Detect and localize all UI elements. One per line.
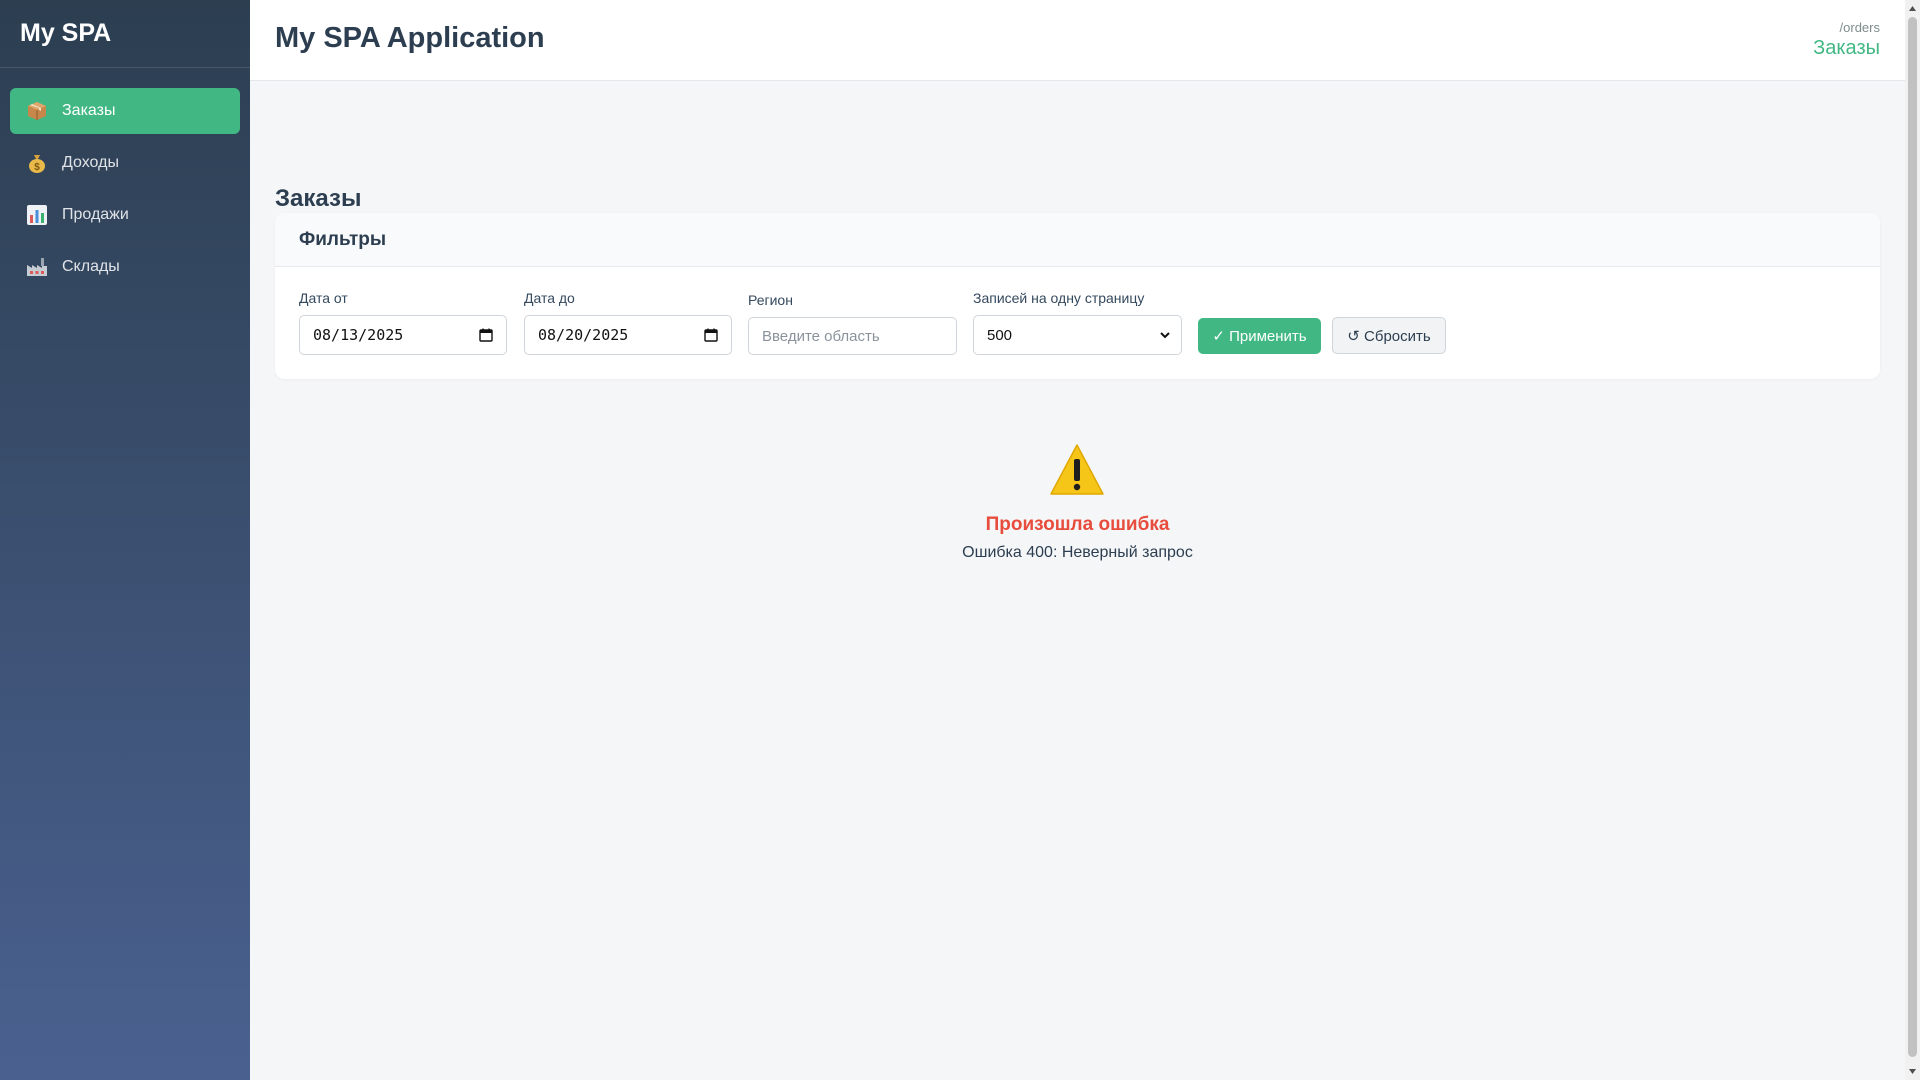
calendar-icon[interactable] bbox=[479, 328, 493, 342]
sidebar-item-label: Доходы bbox=[62, 154, 119, 171]
region-input[interactable]: Введите область bbox=[748, 317, 957, 355]
filters-title: Фильтры bbox=[275, 213, 1880, 267]
package-icon bbox=[26, 100, 48, 122]
scroll-up-arrow-icon[interactable] bbox=[1908, 4, 1917, 13]
date-to-value: 08/20/2025 bbox=[538, 326, 629, 344]
sidebar-item-orders[interactable]: Заказы bbox=[10, 88, 240, 134]
sidebar-item-label: Склады bbox=[62, 258, 120, 275]
error-title: Произошла ошибка bbox=[985, 514, 1170, 535]
error-message: Ошибка 400: Неверный запрос bbox=[962, 544, 1193, 561]
sidebar: My SPA Заказы $ Доходы Продажи Склады bbox=[0, 0, 250, 1080]
date-from-input[interactable]: 08/13/2025 bbox=[299, 315, 507, 355]
scroll-down-arrow-icon[interactable] bbox=[1908, 1067, 1917, 1076]
current-route: /orders bbox=[1839, 20, 1880, 35]
date-to-label: Дата до bbox=[524, 290, 575, 306]
apply-button[interactable]: ✓ Применить bbox=[1198, 318, 1321, 354]
current-page-name: Заказы bbox=[1813, 37, 1880, 59]
filters-card: Фильтры Дата от 08/13/2025 Дата до 08/20… bbox=[275, 213, 1880, 379]
page-scrollbar[interactable] bbox=[1905, 0, 1920, 1080]
scrollbar-thumb[interactable] bbox=[1908, 17, 1917, 1057]
sidebar-item-label: Продажи bbox=[62, 206, 129, 223]
svg-text:$: $ bbox=[34, 162, 40, 173]
sidebar-item-income[interactable]: $ Доходы bbox=[10, 140, 240, 186]
factory-icon bbox=[26, 256, 48, 278]
chevron-down-icon bbox=[1160, 332, 1170, 339]
per-page-label: Записей на одну страницу bbox=[973, 290, 1145, 306]
top-header: My SPA Application /orders Заказы bbox=[250, 0, 1905, 81]
date-to-input[interactable]: 08/20/2025 bbox=[524, 315, 732, 355]
sidebar-item-label: Заказы bbox=[62, 102, 116, 119]
sidebar-item-sales[interactable]: Продажи bbox=[10, 192, 240, 238]
sidebar-item-warehouses[interactable]: Склады bbox=[10, 244, 240, 290]
app-title: My SPA Application bbox=[275, 22, 545, 54]
bar-chart-icon bbox=[26, 204, 48, 226]
app-logo: My SPA bbox=[0, 0, 250, 68]
date-from-value: 08/13/2025 bbox=[313, 326, 404, 344]
reset-button[interactable]: ↺ Сбросить bbox=[1332, 317, 1446, 354]
region-label: Регион bbox=[748, 292, 793, 308]
warning-icon bbox=[1050, 444, 1104, 495]
money-bag-icon: $ bbox=[26, 152, 48, 174]
per-page-select[interactable]: 500 bbox=[973, 315, 1182, 355]
date-from-label: Дата от bbox=[299, 290, 348, 306]
page-title: Заказы bbox=[275, 185, 362, 212]
per-page-value: 500 bbox=[987, 326, 1013, 344]
calendar-icon[interactable] bbox=[704, 328, 718, 342]
sidebar-nav: Заказы $ Доходы Продажи Склады bbox=[0, 68, 250, 290]
region-placeholder: Введите область bbox=[762, 327, 880, 345]
